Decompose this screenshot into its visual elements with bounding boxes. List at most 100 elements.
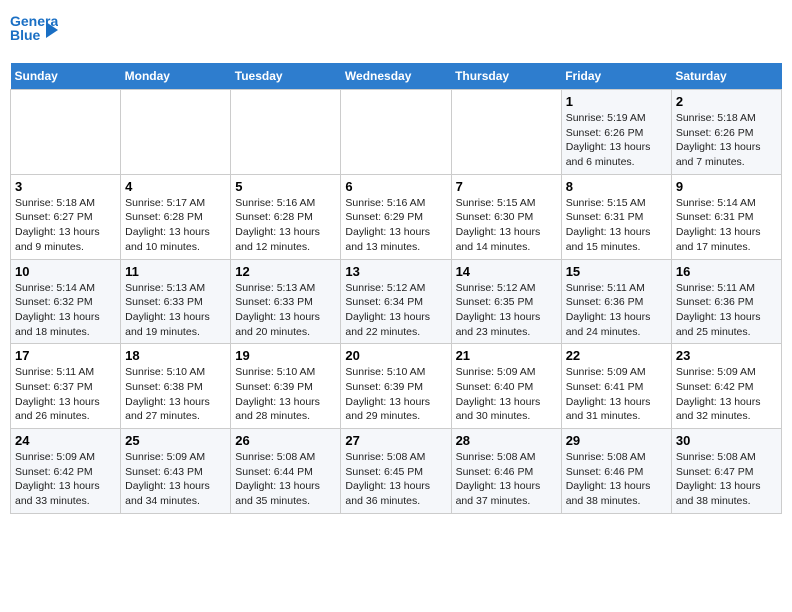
cell-content: Sunrise: 5:18 AM Sunset: 6:27 PM Dayligh… (15, 196, 116, 255)
day-number: 26 (235, 433, 336, 448)
calendar-cell: 8 Sunrise: 5:15 AM Sunset: 6:31 PM Daylig… (561, 174, 671, 259)
cell-content: Sunrise: 5:19 AM Sunset: 6:26 PM Dayligh… (566, 111, 667, 170)
week-row-1: 1 Sunrise: 5:19 AM Sunset: 6:26 PM Daylig… (11, 90, 782, 175)
cell-content: Sunrise: 5:18 AM Sunset: 6:26 PM Dayligh… (676, 111, 777, 170)
calendar-cell: 20 Sunrise: 5:10 AM Sunset: 6:39 PM Dayli… (341, 344, 451, 429)
col-header-friday: Friday (561, 63, 671, 90)
calendar-cell: 28 Sunrise: 5:08 AM Sunset: 6:46 PM Dayli… (451, 429, 561, 514)
day-number: 16 (676, 264, 777, 279)
col-header-tuesday: Tuesday (231, 63, 341, 90)
day-number: 25 (125, 433, 226, 448)
calendar-cell: 22 Sunrise: 5:09 AM Sunset: 6:41 PM Dayli… (561, 344, 671, 429)
day-number: 5 (235, 179, 336, 194)
cell-content: Sunrise: 5:09 AM Sunset: 6:41 PM Dayligh… (566, 365, 667, 424)
day-number: 23 (676, 348, 777, 363)
day-number: 19 (235, 348, 336, 363)
calendar-cell: 1 Sunrise: 5:19 AM Sunset: 6:26 PM Daylig… (561, 90, 671, 175)
cell-content: Sunrise: 5:08 AM Sunset: 6:44 PM Dayligh… (235, 450, 336, 509)
calendar-cell: 12 Sunrise: 5:13 AM Sunset: 6:33 PM Dayli… (231, 259, 341, 344)
cell-content: Sunrise: 5:12 AM Sunset: 6:35 PM Dayligh… (456, 281, 557, 340)
day-number: 15 (566, 264, 667, 279)
week-row-4: 17Sunrise: 5:11 AM Sunset: 6:37 PM Dayli… (11, 344, 782, 429)
calendar-cell: 10Sunrise: 5:14 AM Sunset: 6:32 PM Dayli… (11, 259, 121, 344)
calendar-cell: 21Sunrise: 5:09 AM Sunset: 6:40 PM Dayli… (451, 344, 561, 429)
week-row-5: 24Sunrise: 5:09 AM Sunset: 6:42 PM Dayli… (11, 429, 782, 514)
col-header-saturday: Saturday (671, 63, 781, 90)
day-number: 20 (345, 348, 446, 363)
cell-content: Sunrise: 5:14 AM Sunset: 6:31 PM Dayligh… (676, 196, 777, 255)
calendar-cell (341, 90, 451, 175)
cell-content: Sunrise: 5:11 AM Sunset: 6:36 PM Dayligh… (676, 281, 777, 340)
calendar-table: SundayMondayTuesdayWednesdayThursdayFrid… (10, 63, 782, 514)
calendar-cell: 17Sunrise: 5:11 AM Sunset: 6:37 PM Dayli… (11, 344, 121, 429)
calendar-cell: 6 Sunrise: 5:16 AM Sunset: 6:29 PM Daylig… (341, 174, 451, 259)
calendar-cell: 25 Sunrise: 5:09 AM Sunset: 6:43 PM Dayli… (121, 429, 231, 514)
cell-content: Sunrise: 5:17 AM Sunset: 6:28 PM Dayligh… (125, 196, 226, 255)
calendar-cell: 23Sunrise: 5:09 AM Sunset: 6:42 PM Dayli… (671, 344, 781, 429)
day-number: 6 (345, 179, 446, 194)
col-header-thursday: Thursday (451, 63, 561, 90)
cell-content: Sunrise: 5:10 AM Sunset: 6:38 PM Dayligh… (125, 365, 226, 424)
calendar-cell: 18 Sunrise: 5:10 AM Sunset: 6:38 PM Dayli… (121, 344, 231, 429)
day-number: 28 (456, 433, 557, 448)
col-header-sunday: Sunday (11, 63, 121, 90)
cell-content: Sunrise: 5:15 AM Sunset: 6:31 PM Dayligh… (566, 196, 667, 255)
calendar-cell (451, 90, 561, 175)
cell-content: Sunrise: 5:09 AM Sunset: 6:43 PM Dayligh… (125, 450, 226, 509)
calendar-cell: 7 Sunrise: 5:15 AM Sunset: 6:30 PM Daylig… (451, 174, 561, 259)
day-number: 18 (125, 348, 226, 363)
day-number: 7 (456, 179, 557, 194)
calendar-cell: 24Sunrise: 5:09 AM Sunset: 6:42 PM Dayli… (11, 429, 121, 514)
day-number: 12 (235, 264, 336, 279)
cell-content: Sunrise: 5:10 AM Sunset: 6:39 PM Dayligh… (235, 365, 336, 424)
cell-content: Sunrise: 5:15 AM Sunset: 6:30 PM Dayligh… (456, 196, 557, 255)
cell-content: Sunrise: 5:11 AM Sunset: 6:37 PM Dayligh… (15, 365, 116, 424)
calendar-cell: 5Sunrise: 5:16 AM Sunset: 6:28 PM Daylig… (231, 174, 341, 259)
calendar-header-row: SundayMondayTuesdayWednesdayThursdayFrid… (11, 63, 782, 90)
cell-content: Sunrise: 5:08 AM Sunset: 6:46 PM Dayligh… (456, 450, 557, 509)
cell-content: Sunrise: 5:08 AM Sunset: 6:47 PM Dayligh… (676, 450, 777, 509)
calendar-cell: 14 Sunrise: 5:12 AM Sunset: 6:35 PM Dayli… (451, 259, 561, 344)
week-row-2: 3 Sunrise: 5:18 AM Sunset: 6:27 PM Daylig… (11, 174, 782, 259)
calendar-cell: 27Sunrise: 5:08 AM Sunset: 6:45 PM Dayli… (341, 429, 451, 514)
calendar-cell: 26 Sunrise: 5:08 AM Sunset: 6:44 PM Dayli… (231, 429, 341, 514)
calendar-cell: 29Sunrise: 5:08 AM Sunset: 6:46 PM Dayli… (561, 429, 671, 514)
day-number: 1 (566, 94, 667, 109)
calendar-cell: 11 Sunrise: 5:13 AM Sunset: 6:33 PM Dayli… (121, 259, 231, 344)
cell-content: Sunrise: 5:08 AM Sunset: 6:45 PM Dayligh… (345, 450, 446, 509)
col-header-wednesday: Wednesday (341, 63, 451, 90)
cell-content: Sunrise: 5:10 AM Sunset: 6:39 PM Dayligh… (345, 365, 446, 424)
cell-content: Sunrise: 5:16 AM Sunset: 6:29 PM Dayligh… (345, 196, 446, 255)
calendar-cell: 2Sunrise: 5:18 AM Sunset: 6:26 PM Daylig… (671, 90, 781, 175)
calendar-cell (121, 90, 231, 175)
day-number: 8 (566, 179, 667, 194)
day-number: 10 (15, 264, 116, 279)
week-row-3: 10Sunrise: 5:14 AM Sunset: 6:32 PM Dayli… (11, 259, 782, 344)
day-number: 22 (566, 348, 667, 363)
day-number: 9 (676, 179, 777, 194)
day-number: 4 (125, 179, 226, 194)
day-number: 24 (15, 433, 116, 448)
day-number: 30 (676, 433, 777, 448)
logo-icon: General Blue (10, 10, 58, 55)
calendar-cell: 9 Sunrise: 5:14 AM Sunset: 6:31 PM Daylig… (671, 174, 781, 259)
logo: General Blue (10, 10, 58, 55)
calendar-cell (231, 90, 341, 175)
day-number: 11 (125, 264, 226, 279)
cell-content: Sunrise: 5:12 AM Sunset: 6:34 PM Dayligh… (345, 281, 446, 340)
day-number: 14 (456, 264, 557, 279)
page-header: General Blue (10, 10, 782, 55)
calendar-cell (11, 90, 121, 175)
calendar-cell: 16 Sunrise: 5:11 AM Sunset: 6:36 PM Dayli… (671, 259, 781, 344)
calendar-cell: 19 Sunrise: 5:10 AM Sunset: 6:39 PM Dayli… (231, 344, 341, 429)
cell-content: Sunrise: 5:13 AM Sunset: 6:33 PM Dayligh… (125, 281, 226, 340)
cell-content: Sunrise: 5:13 AM Sunset: 6:33 PM Dayligh… (235, 281, 336, 340)
day-number: 21 (456, 348, 557, 363)
day-number: 13 (345, 264, 446, 279)
col-header-monday: Monday (121, 63, 231, 90)
day-number: 3 (15, 179, 116, 194)
calendar-cell: 15Sunrise: 5:11 AM Sunset: 6:36 PM Dayli… (561, 259, 671, 344)
calendar-cell: 4 Sunrise: 5:17 AM Sunset: 6:28 PM Daylig… (121, 174, 231, 259)
calendar-cell: 30 Sunrise: 5:08 AM Sunset: 6:47 PM Dayli… (671, 429, 781, 514)
calendar-cell: 3 Sunrise: 5:18 AM Sunset: 6:27 PM Daylig… (11, 174, 121, 259)
